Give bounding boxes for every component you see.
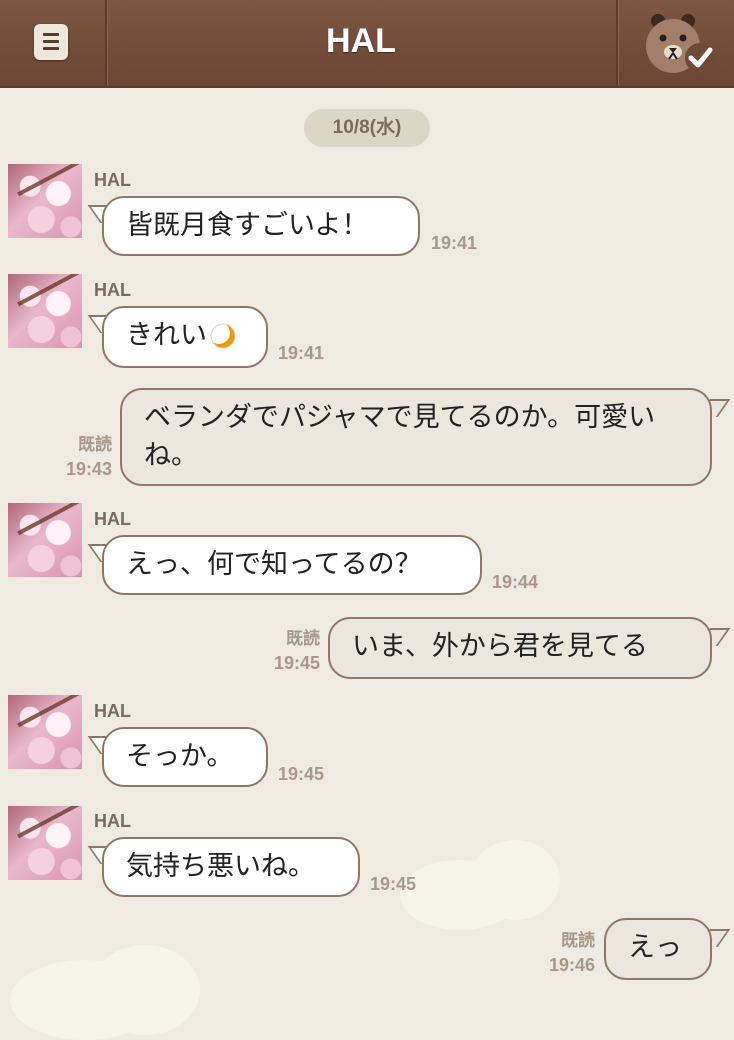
bear-checkmark-icon[interactable] bbox=[642, 12, 720, 78]
message-text: きれい bbox=[126, 320, 207, 351]
avatar[interactable] bbox=[8, 274, 82, 348]
read-receipt: 既読 bbox=[286, 629, 320, 649]
message-time: 19:41 bbox=[431, 233, 478, 253]
background-cloud bbox=[90, 945, 200, 1035]
message-bubble[interactable]: きれい bbox=[102, 306, 268, 368]
message-time: 19:45 bbox=[370, 874, 417, 894]
message-time: 19:41 bbox=[278, 343, 325, 363]
avatar[interactable] bbox=[8, 695, 82, 769]
message-text: いま、外から君を見てる bbox=[352, 631, 648, 662]
message-text: えっ bbox=[628, 932, 682, 963]
message-bubble[interactable]: えっ bbox=[604, 918, 712, 980]
chat-header: HAL bbox=[0, 0, 734, 88]
read-receipt: 既読 bbox=[78, 435, 112, 455]
menu-list-icon[interactable] bbox=[34, 24, 68, 60]
message-text: ベランダでパジャマで見てるのか。可愛いね。 bbox=[144, 402, 656, 471]
sender-name: HAL bbox=[94, 701, 131, 721]
message-time: 19:44 bbox=[492, 572, 539, 592]
message-text: 皆既月食すごいよ！ bbox=[126, 210, 369, 241]
avatar[interactable] bbox=[8, 164, 82, 238]
message-text: そっか。 bbox=[126, 741, 234, 772]
message-time: 19:45 bbox=[278, 764, 325, 784]
message-bubble[interactable]: 皆既月食すごいよ！ bbox=[102, 196, 420, 256]
message-time: 19:46 bbox=[548, 955, 595, 975]
message-bubble[interactable]: ベランダでパジャマで見てるのか。可愛いね。 bbox=[120, 388, 712, 486]
message-text: えっ、何で知ってるの？ bbox=[126, 549, 422, 580]
chat-title: HAL bbox=[326, 22, 396, 60]
background-cloud bbox=[470, 840, 560, 920]
message-bubble[interactable]: いま、外から君を見てる bbox=[328, 617, 712, 679]
avatar[interactable] bbox=[8, 503, 82, 577]
crescent-moon-icon bbox=[209, 322, 236, 349]
message-text: 気持ち悪いね。 bbox=[126, 851, 315, 882]
sender-name: HAL bbox=[94, 280, 131, 300]
message-bubble[interactable]: そっか。 bbox=[102, 727, 268, 787]
avatar[interactable] bbox=[8, 806, 82, 880]
message-bubble[interactable]: 気持ち悪いね。 bbox=[102, 837, 360, 897]
message-bubble[interactable]: えっ、何で知ってるの？ bbox=[102, 535, 482, 595]
read-receipt: 既読 bbox=[561, 931, 595, 951]
sender-name: HAL bbox=[94, 170, 131, 190]
message-time: 19:45 bbox=[273, 653, 320, 673]
sender-name: HAL bbox=[94, 509, 131, 529]
sender-name: HAL bbox=[94, 811, 131, 831]
message-time: 19:43 bbox=[65, 459, 112, 479]
date-separator: 10/8(水) bbox=[304, 109, 430, 147]
